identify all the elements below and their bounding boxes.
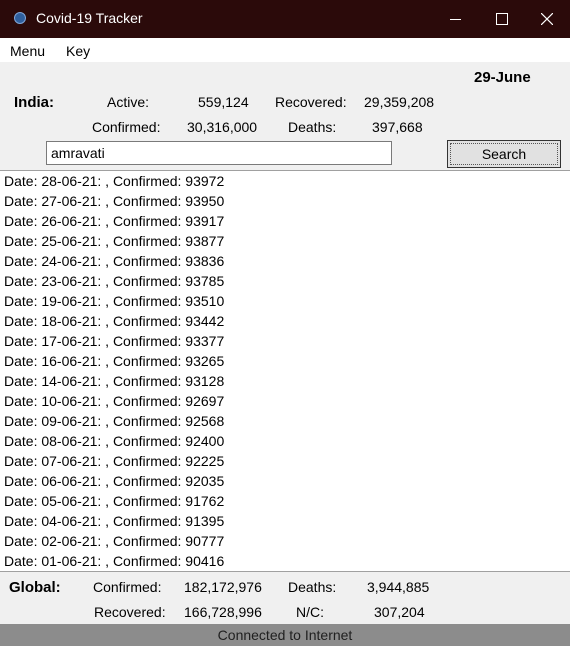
- minimize-button[interactable]: [432, 0, 478, 38]
- minimize-icon: [449, 18, 461, 20]
- list-item[interactable]: Date: 05-06-21: , Confirmed: 91762: [0, 491, 570, 511]
- india-active-value: 559,124: [198, 94, 249, 110]
- list-item[interactable]: Date: 27-06-21: , Confirmed: 93950: [0, 191, 570, 211]
- india-deaths-label: Deaths:: [288, 119, 337, 135]
- global-label: Global:: [9, 579, 61, 596]
- global-nc-label: N/C:: [296, 604, 324, 620]
- date-label: 29-June: [474, 69, 531, 86]
- list-item[interactable]: Date: 07-06-21: , Confirmed: 92225: [0, 451, 570, 471]
- list-item[interactable]: Date: 06-06-21: , Confirmed: 92035: [0, 471, 570, 491]
- list-item[interactable]: Date: 08-06-21: , Confirmed: 92400: [0, 431, 570, 451]
- menu-item-key[interactable]: Key: [66, 43, 90, 59]
- global-confirmed-value: 182,172,976: [184, 579, 262, 595]
- global-deaths-value: 3,944,885: [367, 579, 430, 595]
- list-item[interactable]: Date: 25-06-21: , Confirmed: 93877: [0, 231, 570, 251]
- maximize-button[interactable]: [479, 0, 525, 38]
- focus-ring: [450, 143, 558, 165]
- list-item[interactable]: Date: 23-06-21: , Confirmed: 93785: [0, 271, 570, 291]
- list-item[interactable]: Date: 24-06-21: , Confirmed: 93836: [0, 251, 570, 271]
- global-nc-value: 307,204: [374, 604, 425, 620]
- list-item[interactable]: Date: 17-06-21: , Confirmed: 93377: [0, 331, 570, 351]
- menu-bar: Menu Key: [0, 38, 570, 62]
- global-deaths-label: Deaths:: [288, 579, 337, 595]
- india-label: India:: [14, 94, 54, 111]
- maximize-icon: [496, 13, 508, 25]
- india-confirmed-value: 30,316,000: [187, 119, 258, 135]
- india-confirmed-label: Confirmed:: [92, 119, 161, 135]
- list-item[interactable]: Date: 19-06-21: , Confirmed: 93510: [0, 291, 570, 311]
- list-item[interactable]: Date: 04-06-21: , Confirmed: 91395: [0, 511, 570, 531]
- app-icon: [14, 12, 26, 24]
- menu-item-menu[interactable]: Menu: [10, 43, 45, 59]
- close-icon: [541, 13, 553, 25]
- title-bar: Covid-19 Tracker: [0, 0, 570, 38]
- india-recovered-value: 29,359,208: [364, 94, 435, 110]
- list-item[interactable]: Date: 02-06-21: , Confirmed: 90777: [0, 531, 570, 551]
- list-item[interactable]: Date: 10-06-21: , Confirmed: 92697: [0, 391, 570, 411]
- list-item[interactable]: Date: 28-06-21: , Confirmed: 93972: [0, 171, 570, 191]
- india-active-label: Active:: [107, 94, 150, 110]
- status-bar: Connected to Internet: [0, 624, 570, 646]
- list-item[interactable]: Date: 01-06-21: , Confirmed: 90416: [0, 551, 570, 571]
- list-item[interactable]: Date: 16-06-21: , Confirmed: 93265: [0, 351, 570, 371]
- list-item[interactable]: Date: 18-06-21: , Confirmed: 93442: [0, 311, 570, 331]
- search-input[interactable]: [46, 141, 392, 165]
- list-item[interactable]: Date: 26-06-21: , Confirmed: 93917: [0, 211, 570, 231]
- global-confirmed-label: Confirmed:: [93, 579, 162, 595]
- india-recovered-label: Recovered:: [275, 94, 347, 110]
- search-button[interactable]: Search: [447, 140, 561, 168]
- window-title: Covid-19 Tracker: [36, 10, 143, 26]
- list-item[interactable]: Date: 09-06-21: , Confirmed: 92568: [0, 411, 570, 431]
- global-recovered-value: 166,728,996: [184, 604, 262, 620]
- list-item[interactable]: Date: 14-06-21: , Confirmed: 93128: [0, 371, 570, 391]
- results-list[interactable]: Date: 28-06-21: , Confirmed: 93972 Date:…: [0, 170, 570, 572]
- india-deaths-value: 397,668: [372, 119, 423, 135]
- close-button[interactable]: [524, 0, 570, 38]
- global-recovered-label: Recovered:: [94, 604, 166, 620]
